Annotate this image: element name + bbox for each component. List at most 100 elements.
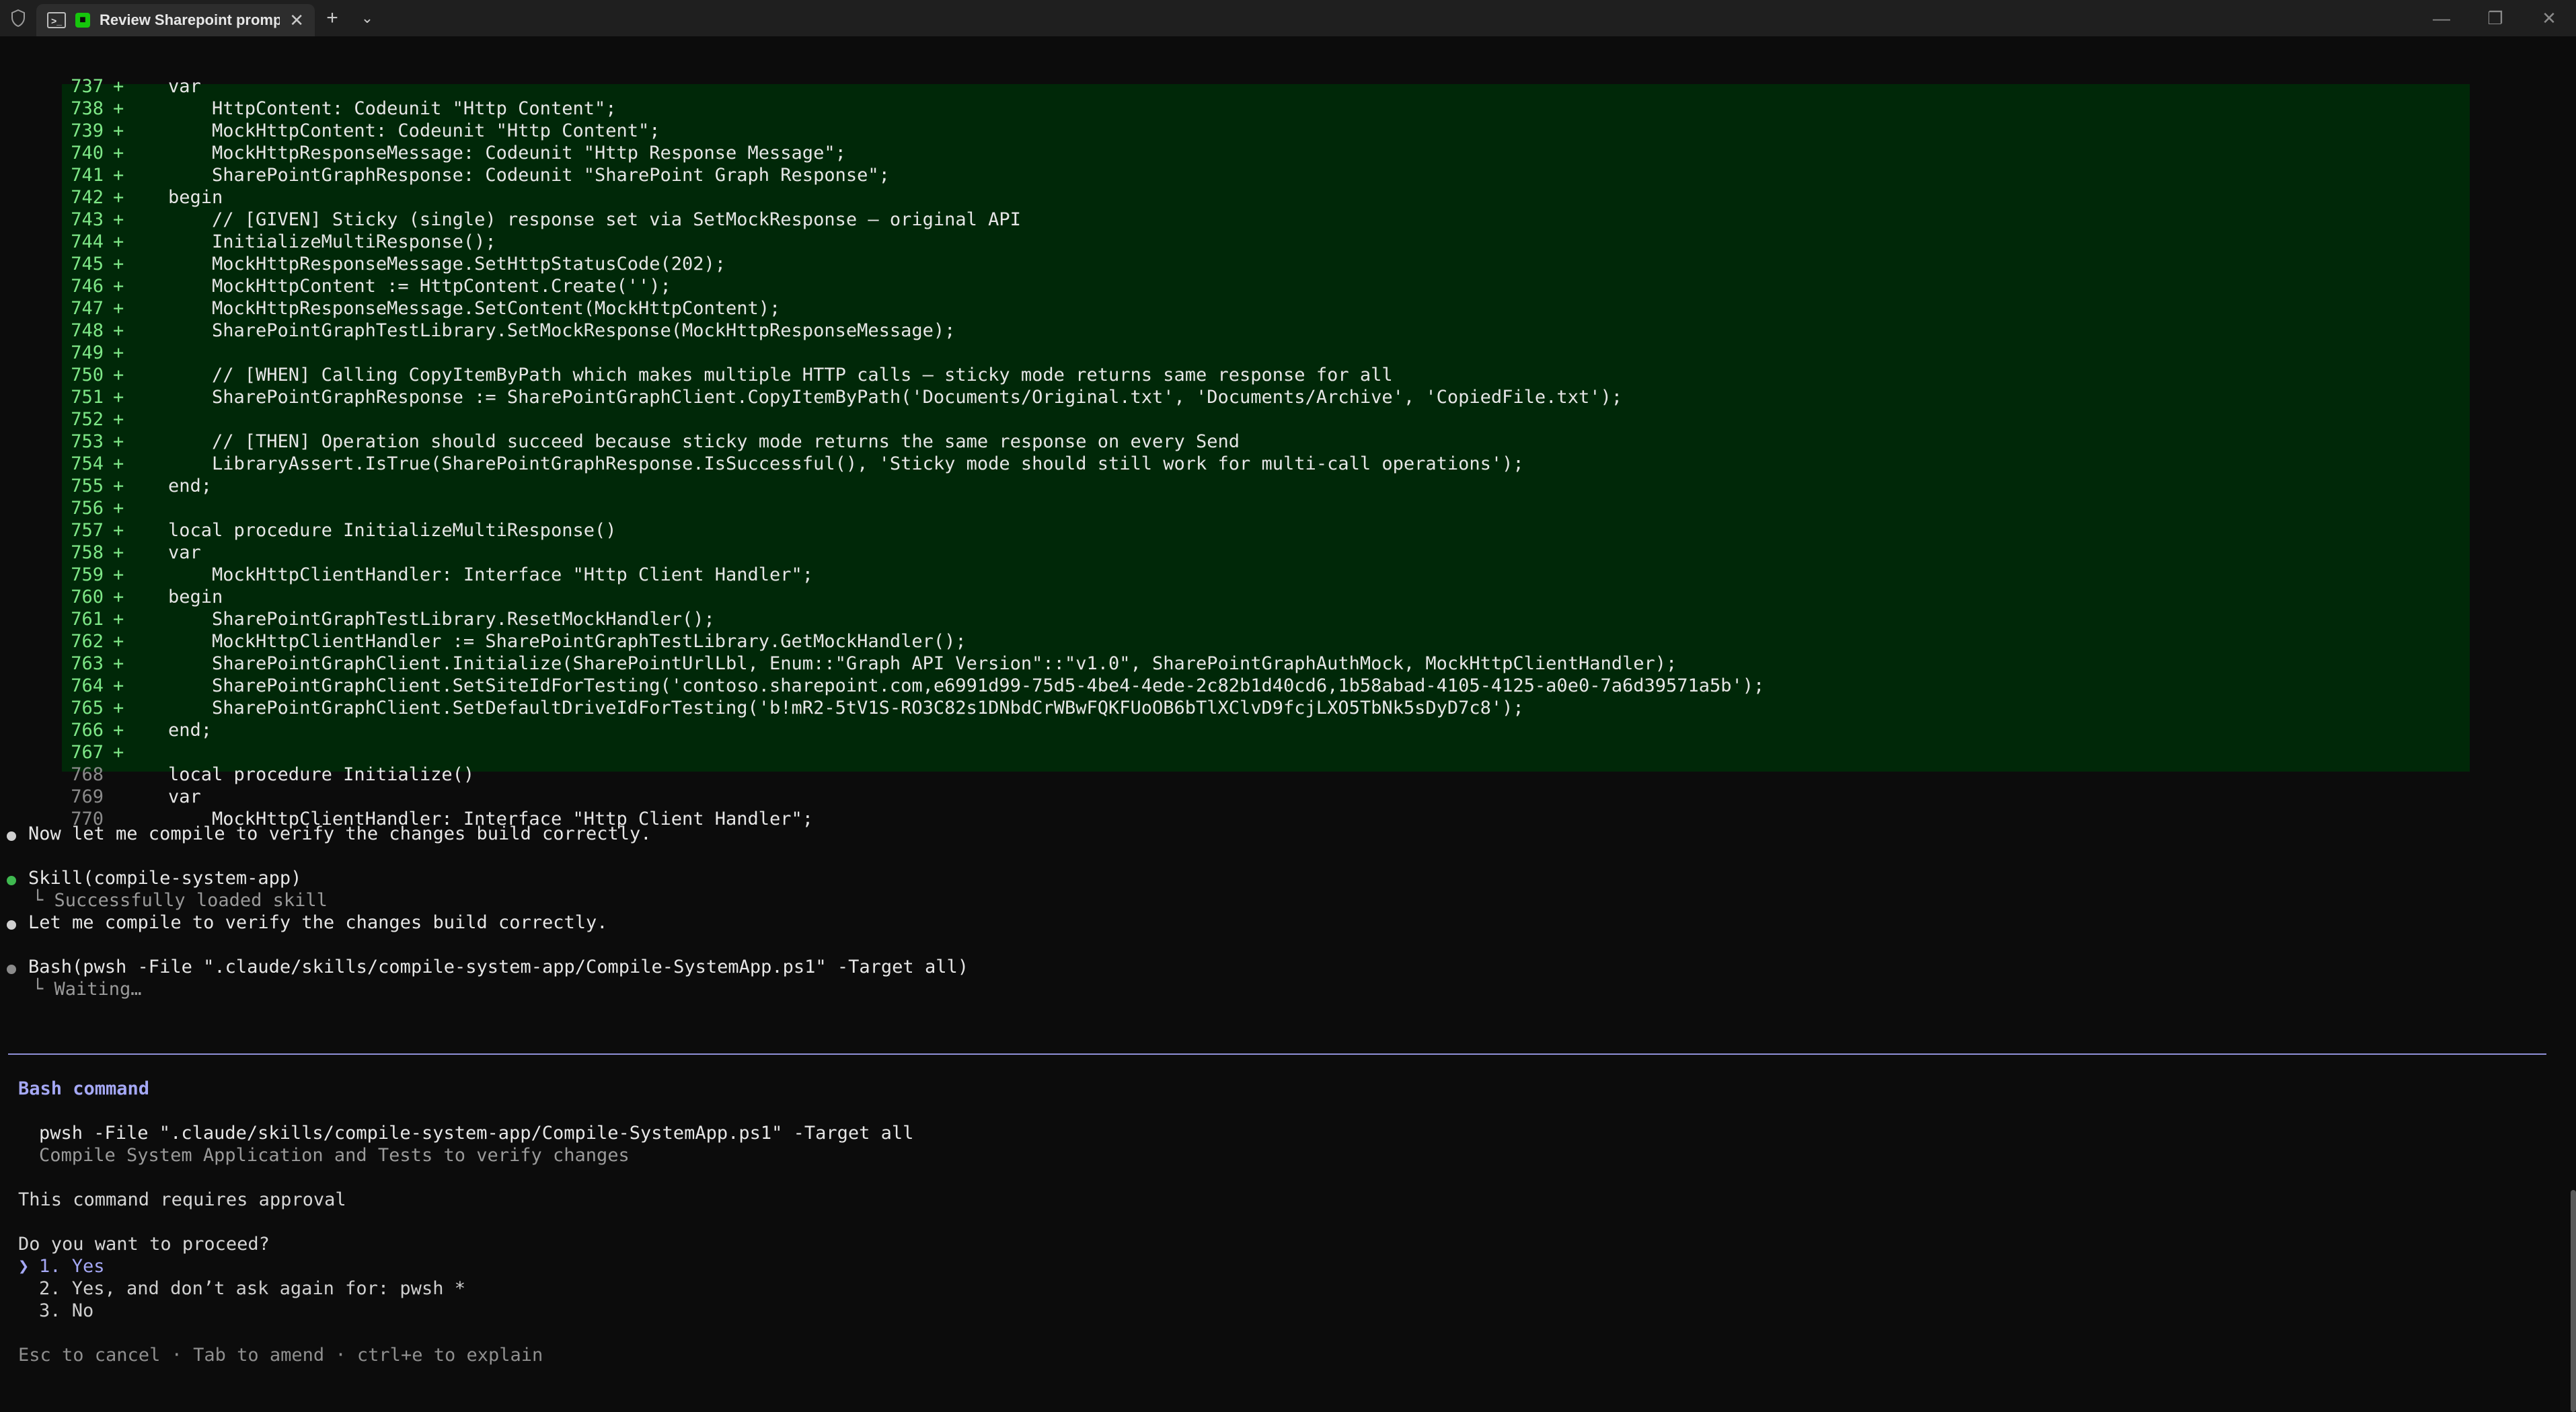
- diff-added-marker: +: [113, 409, 124, 430]
- diff-code-line: MockHttpContent: Codeunit "Http Content"…: [168, 120, 660, 141]
- diff-line-number: 761: [71, 609, 104, 630]
- diff-context-line: local procedure Initialize(): [168, 764, 475, 785]
- diff-line-number: 744: [71, 231, 104, 252]
- diff-line-number: 738: [71, 98, 104, 119]
- diff-added-marker: +: [113, 476, 124, 496]
- terminal-icon: >_: [47, 12, 66, 28]
- close-window-button[interactable]: ✕: [2522, 0, 2576, 36]
- selection-caret-icon: ❯: [18, 1256, 30, 1277]
- diff-added-marker: +: [113, 76, 124, 97]
- diff-added-marker: +: [113, 276, 124, 297]
- diff-code-line: begin: [168, 187, 223, 208]
- tool-pending-bullet-icon: [7, 965, 16, 974]
- diff-line-number: 749: [71, 342, 104, 363]
- diff-line-number: 765: [71, 698, 104, 718]
- diff-added-marker: +: [113, 542, 124, 563]
- skill-call: Skill(compile-system-app): [28, 868, 302, 889]
- diff-context-line: var: [168, 786, 201, 807]
- terminal-pane[interactable]: 737 + var 738 + HttpContent: Codeunit "Http …: [0, 36, 2576, 1412]
- diff-added-marker: +: [113, 564, 124, 585]
- diff-line-number: 746: [71, 276, 104, 297]
- diff-line-number: 762: [71, 631, 104, 652]
- tab-dropdown-icon[interactable]: ⌄: [350, 0, 385, 36]
- option-yes-dont-ask[interactable]: 2. Yes, and don’t ask again for: pwsh *: [39, 1277, 465, 1300]
- prompt-description: Compile System Application and Tests to …: [39, 1145, 630, 1166]
- diff-line-number: 741: [71, 165, 104, 186]
- diff-line-number: 755: [71, 476, 104, 496]
- diff-code-line: InitializeMultiResponse();: [168, 231, 496, 252]
- diff-code-line: MockHttpContent := HttpContent.Create(''…: [168, 276, 671, 297]
- prompt-command: pwsh -File ".claude/skills/compile-syste…: [39, 1123, 914, 1144]
- diff-code-line: MockHttpClientHandler: Interface "Http C…: [168, 564, 814, 585]
- diff-code-line: local procedure InitializeMultiResponse(…: [168, 520, 617, 541]
- diff-added-marker: +: [113, 143, 124, 163]
- message-bullet-icon: [7, 920, 16, 930]
- new-tab-button[interactable]: +: [315, 0, 350, 36]
- diff-added-marker: +: [113, 320, 124, 341]
- bash-status: └ Waiting…: [32, 979, 142, 1000]
- title-bar: >_ ■ Review Sharepoint promp ✕ + ⌄ — ❐ ✕: [0, 0, 2576, 36]
- diff-added-marker: +: [113, 298, 124, 319]
- diff-added-marker: +: [113, 120, 124, 141]
- status-square-icon: ■: [75, 13, 90, 28]
- skill-result: └ Successfully loaded skill: [32, 890, 328, 911]
- diff-added-marker: +: [113, 675, 124, 696]
- diff-line-number: 768: [71, 764, 104, 785]
- shield-icon[interactable]: [0, 0, 36, 36]
- diff-line-number: 767: [71, 742, 104, 763]
- diff-code-line: // [GIVEN] Sticky (single) response set …: [168, 209, 1021, 230]
- diff-code-line: SharePointGraphClient.SetSiteIdForTestin…: [168, 675, 1765, 696]
- diff-code-line: SharePointGraphClient.Initialize(SharePo…: [168, 653, 1677, 674]
- tool-success-bullet-icon: [7, 876, 16, 885]
- window-controls: — ❐ ✕: [2415, 0, 2576, 36]
- diff-added-marker: +: [113, 387, 124, 408]
- proceed-question: Do you want to proceed?: [18, 1234, 270, 1255]
- diff-line-number: 737: [71, 76, 104, 97]
- diff-added-marker: +: [113, 498, 124, 519]
- diff-added-marker: +: [113, 453, 124, 474]
- diff-added-marker: +: [113, 165, 124, 186]
- tab-active[interactable]: >_ ■ Review Sharepoint promp ✕: [36, 4, 315, 36]
- diff-code-line: SharePointGraphTestLibrary.ResetMockHand…: [168, 609, 715, 630]
- diff-code-line: MockHttpResponseMessage.SetContent(MockH…: [168, 298, 781, 319]
- diff-line-number: 764: [71, 675, 104, 696]
- diff-code-line: // [THEN] Operation should succeed becau…: [168, 431, 1240, 452]
- diff-added-marker: +: [113, 254, 124, 274]
- option-no[interactable]: 3. No: [39, 1300, 93, 1322]
- approval-note: This command requires approval: [18, 1189, 346, 1210]
- diff-line-number: 747: [71, 298, 104, 319]
- diff-code-line: begin: [168, 587, 223, 607]
- diff-line-number: 748: [71, 320, 104, 341]
- assistant-message: Let me compile to verify the changes bui…: [28, 912, 608, 933]
- diff-code-line: end;: [168, 720, 213, 741]
- diff-code-line: // [WHEN] Calling CopyItemByPath which m…: [168, 365, 1393, 385]
- diff-code-line: HttpContent: Codeunit "Http Content";: [168, 98, 617, 119]
- diff-added-marker: +: [113, 231, 124, 252]
- diff-added-marker: +: [113, 698, 124, 718]
- diff-added-marker: +: [113, 98, 124, 119]
- diff-added-marker: +: [113, 609, 124, 630]
- diff-code-line: MockHttpResponseMessage.SetHttpStatusCod…: [168, 254, 726, 274]
- diff-code-line: SharePointGraphTestLibrary.SetMockRespon…: [168, 320, 956, 341]
- prompt-divider: [8, 1053, 2546, 1055]
- diff-added-marker: +: [113, 209, 124, 230]
- diff-code-line: SharePointGraphClient.SetDefaultDriveIdF…: [168, 698, 1524, 718]
- scrollbar[interactable]: [2571, 1190, 2576, 1412]
- diff-code-line: end;: [168, 476, 213, 496]
- diff-line-number: 743: [71, 209, 104, 230]
- diff-code-line: SharePointGraphResponse := SharePointGra…: [168, 387, 1622, 408]
- minimize-button[interactable]: —: [2415, 0, 2468, 36]
- diff-line-number: 759: [71, 564, 104, 585]
- diff-added-marker: +: [113, 720, 124, 741]
- diff-added-marker: +: [113, 342, 124, 363]
- keyboard-hint: Esc to cancel · Tab to amend · ctrl+e to…: [18, 1345, 543, 1366]
- close-tab-icon[interactable]: ✕: [289, 10, 304, 31]
- diff-code-line: var: [168, 76, 201, 97]
- option-yes[interactable]: 1. Yes: [39, 1255, 105, 1277]
- restore-button[interactable]: ❐: [2468, 0, 2522, 36]
- diff-code-line: MockHttpClientHandler := SharePointGraph…: [168, 631, 967, 652]
- diff-added-marker: +: [113, 187, 124, 208]
- message-bullet-icon: [7, 831, 16, 841]
- diff-line-number: 752: [71, 409, 104, 430]
- diff-line-number: 769: [71, 786, 104, 807]
